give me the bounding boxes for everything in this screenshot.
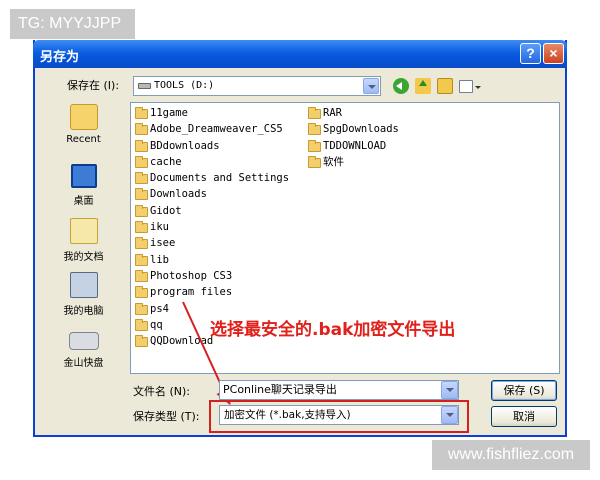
kingsoft-disk-icon: [68, 332, 99, 350]
folder-name: Downloads: [150, 188, 207, 201]
save-in-label: 保存在 (I):: [67, 79, 120, 92]
folder-icon: [308, 155, 321, 168]
my-documents-icon: [69, 218, 98, 244]
place-label: 我的文档: [63, 252, 104, 263]
drive-icon: [138, 83, 151, 89]
folder-item[interactable]: 软件: [306, 154, 399, 170]
folder-name: cache: [150, 155, 182, 168]
folder-item[interactable]: cache: [133, 154, 289, 170]
dialog-title: 另存为: [40, 50, 80, 65]
folder-icon: [135, 123, 148, 136]
folder-name: Gidot: [150, 204, 182, 217]
folder-item[interactable]: Downloads: [133, 186, 289, 202]
place-label: 桌面: [73, 196, 94, 207]
folder-name: 11game: [150, 107, 188, 119]
highlight-box: [209, 400, 469, 433]
save-in-value: TOOLS (D:): [154, 80, 215, 91]
places-bar: Recent 桌面 我的文档 我的电脑 金山快盘: [41, 102, 126, 404]
folder-item[interactable]: BDdownloads: [133, 138, 289, 154]
folder-icon: [308, 123, 321, 136]
place-my-computer[interactable]: 我的电脑: [41, 272, 126, 317]
folder-name: Documents and Settings: [150, 172, 290, 185]
close-button[interactable]: ×: [543, 43, 564, 64]
watermark-bottom: www.fishfliez.com: [432, 440, 590, 470]
place-recent[interactable]: Recent: [41, 104, 126, 145]
filename-label: 文件名 (N):: [133, 385, 191, 398]
folder-icon: [135, 302, 148, 315]
folder-name: ps4: [150, 302, 169, 315]
folder-name: program files: [150, 286, 233, 299]
chevron-down-icon[interactable]: [363, 78, 379, 94]
folder-item[interactable]: TDDOWNLOAD: [306, 138, 399, 154]
up-folder-icon[interactable]: [415, 78, 431, 94]
folder-icon: [135, 286, 148, 299]
folder-name: RAR: [323, 107, 342, 119]
chevron-down-icon[interactable]: [441, 381, 458, 399]
folder-item[interactable]: isee: [133, 235, 289, 251]
help-button[interactable]: ?: [520, 43, 541, 64]
folder-name: lib: [150, 253, 169, 266]
folder-item[interactable]: Photoshop CS3: [133, 268, 289, 284]
folder-icon: [135, 188, 148, 201]
save-as-dialog: 另存为 ? × 保存在 (I): TOOLS (D:) Recent 桌面 我的…: [33, 40, 567, 437]
views-menu-icon[interactable]: [459, 80, 481, 93]
folder-item[interactable]: Adobe_Dreamweaver_CS5: [133, 121, 289, 137]
folder-icon: [135, 318, 148, 331]
folder-item[interactable]: lib: [133, 252, 289, 268]
folder-name: qq: [150, 318, 163, 331]
save-in-combo[interactable]: TOOLS (D:): [133, 76, 381, 96]
new-folder-icon[interactable]: [437, 78, 453, 94]
folder-name: Adobe_Dreamweaver_CS5: [150, 123, 283, 136]
place-label: Recent: [66, 134, 101, 145]
folder-name: isee: [150, 237, 176, 250]
my-computer-icon: [69, 272, 98, 298]
annotation-text: 选择最安全的.bak加密文件导出: [210, 320, 456, 340]
folder-item[interactable]: Gidot: [133, 203, 289, 219]
folder-item[interactable]: Documents and Settings: [133, 170, 289, 186]
recent-documents-icon: [69, 104, 98, 130]
folder-icon: [135, 139, 148, 152]
folder-icon: [308, 139, 321, 152]
place-label: 我的电脑: [63, 306, 104, 317]
watermark-top: TG: MYYJJPP: [10, 9, 135, 39]
folder-icon: [135, 335, 148, 348]
folder-icon: [135, 172, 148, 185]
folder-icon: [135, 237, 148, 250]
folder-name: Photoshop CS3: [150, 269, 233, 282]
folder-name: TDDOWNLOAD: [323, 139, 387, 152]
title-bar[interactable]: 另存为 ? ×: [33, 40, 567, 68]
filetype-label: 保存类型 (T):: [133, 410, 200, 423]
save-button[interactable]: 保存 (S): [491, 380, 557, 401]
filename-field[interactable]: PConline聊天记录导出: [219, 380, 459, 400]
file-column-2: RAR SpgDownloads TDDOWNLOAD 软件: [306, 105, 399, 170]
folder-icon: [135, 221, 148, 234]
folder-name: 软件: [323, 155, 344, 168]
folder-icon: [135, 204, 148, 217]
folder-icon: [135, 155, 148, 168]
folder-item[interactable]: 11game: [133, 105, 289, 121]
back-icon[interactable]: [393, 78, 409, 94]
cancel-button[interactable]: 取消: [491, 406, 557, 427]
folder-item[interactable]: program files: [133, 284, 289, 300]
folder-icon: [308, 107, 321, 119]
file-column-1: 11game Adobe_Dreamweaver_CS5 BDdownloads ca…: [133, 105, 289, 349]
folder-name: SpgDownloads: [323, 123, 399, 136]
folder-item[interactable]: RAR: [306, 105, 399, 121]
folder-item[interactable]: iku: [133, 219, 289, 235]
folder-icon: [135, 253, 148, 266]
place-label: 金山快盘: [63, 358, 104, 369]
folder-name: BDdownloads: [150, 139, 220, 152]
desktop-icon: [70, 164, 97, 188]
folder-icon: [135, 269, 148, 282]
folder-name: iku: [150, 221, 169, 234]
folder-item[interactable]: SpgDownloads: [306, 121, 399, 137]
place-my-documents[interactable]: 我的文档: [41, 218, 126, 263]
place-desktop[interactable]: 桌面: [41, 164, 126, 207]
folder-icon: [135, 107, 148, 119]
folder-name: QQDownload: [150, 335, 214, 348]
place-kingsoft[interactable]: 金山快盘: [41, 326, 126, 369]
